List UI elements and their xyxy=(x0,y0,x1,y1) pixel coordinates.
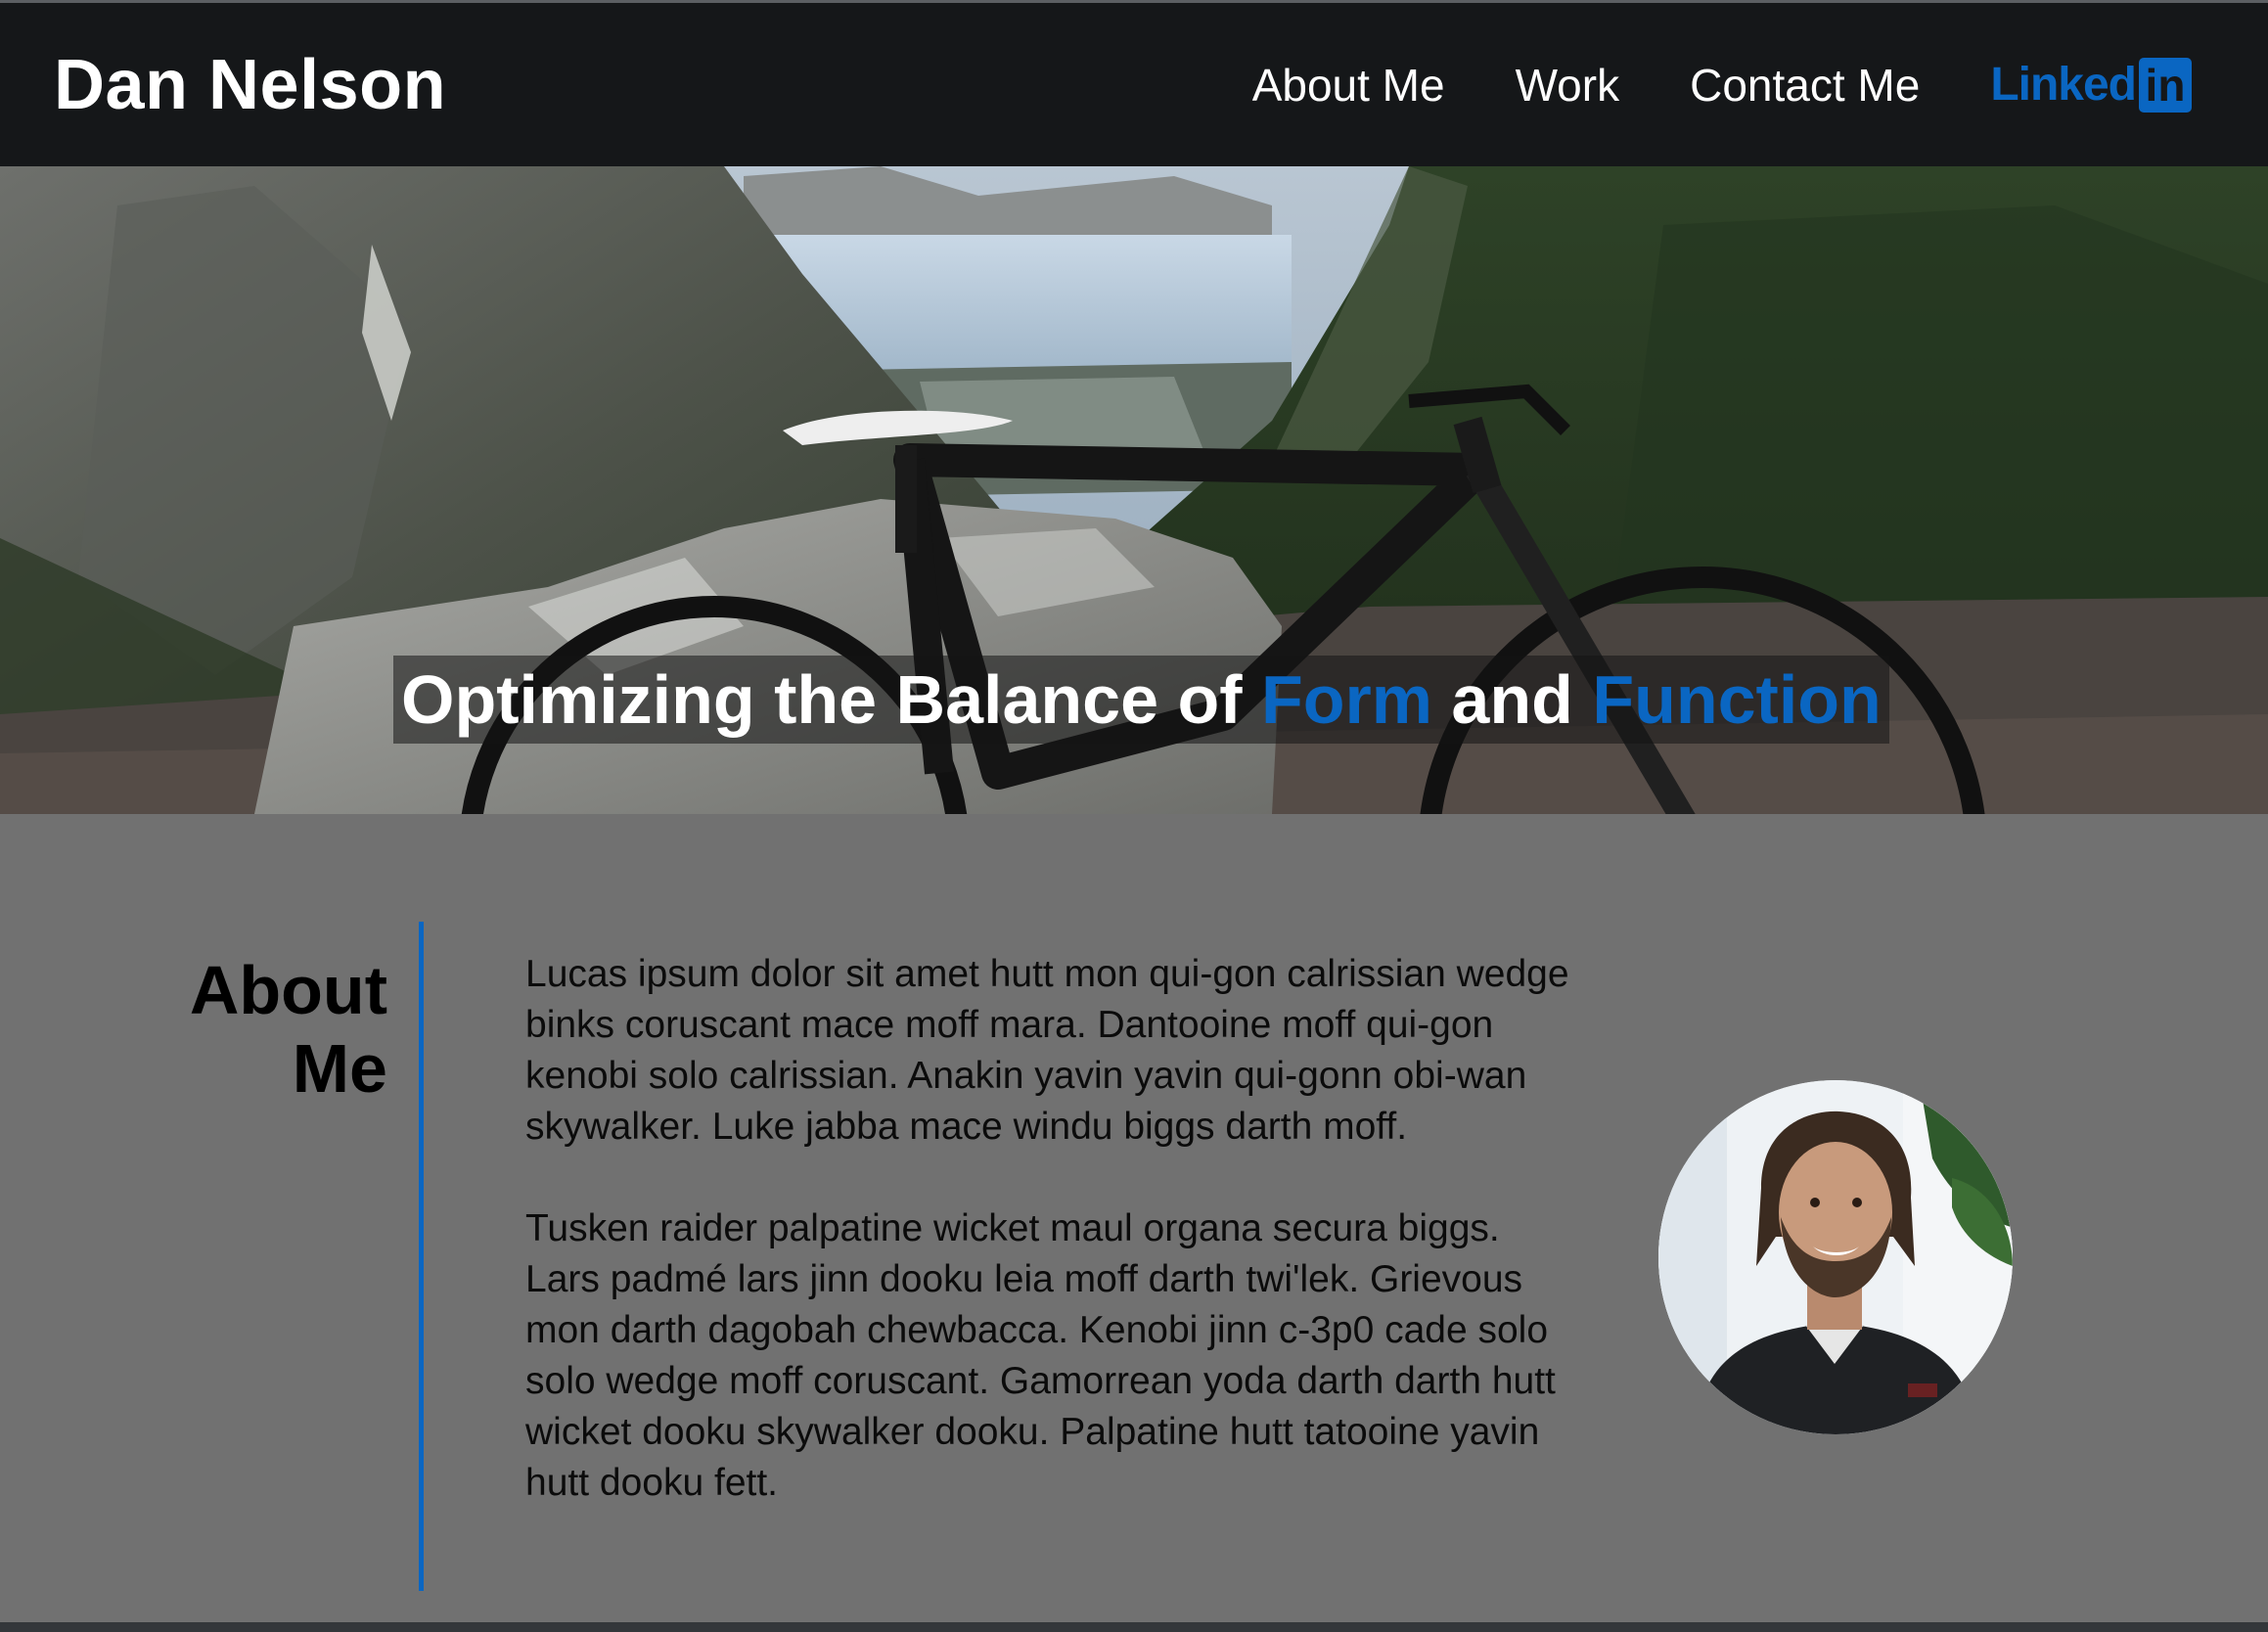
hero-tagline: Optimizing the Balance of Form and Funct… xyxy=(393,656,1889,744)
about-section: About Me Lucas ipsum dolor sit amet hutt… xyxy=(0,814,2268,1622)
nav-about-link[interactable]: About Me xyxy=(1252,56,1445,114)
nav-work-link[interactable]: Work xyxy=(1516,56,1620,114)
profile-photo xyxy=(1658,1080,2013,1434)
tagline-accent-form: Form xyxy=(1260,661,1432,738)
hero-banner: Optimizing the Balance of Form and Funct… xyxy=(0,166,2268,814)
about-divider xyxy=(419,922,424,1591)
linkedin-link[interactable]: Linked in xyxy=(1990,57,2192,113)
about-heading: About Me xyxy=(189,952,387,1107)
tagline-accent-function: Function xyxy=(1592,661,1882,738)
site-header: Dan Nelson About Me Work Contact Me Link… xyxy=(0,3,2268,166)
linkedin-logo-text: Linked xyxy=(1990,59,2137,111)
nav-contact-link[interactable]: Contact Me xyxy=(1690,56,1920,114)
browser-viewport: Dan Nelson About Me Work Contact Me Link… xyxy=(0,0,2268,1632)
about-body: Lucas ipsum dolor sit amet hutt mon qui-… xyxy=(525,949,1572,1560)
tagline-part-1: Optimizing the Balance of xyxy=(401,661,1261,738)
about-paragraph-1: Lucas ipsum dolor sit amet hutt mon qui-… xyxy=(525,953,1569,1148)
linkedin-icon: in xyxy=(2139,57,2192,113)
about-paragraph-2: Tusken raider palpatine wicket maul orga… xyxy=(525,1207,1556,1504)
site-title[interactable]: Dan Nelson xyxy=(54,42,446,128)
tagline-part-2: and xyxy=(1431,661,1593,738)
main-nav: About Me Work Contact Me Linked in xyxy=(1182,3,2192,166)
